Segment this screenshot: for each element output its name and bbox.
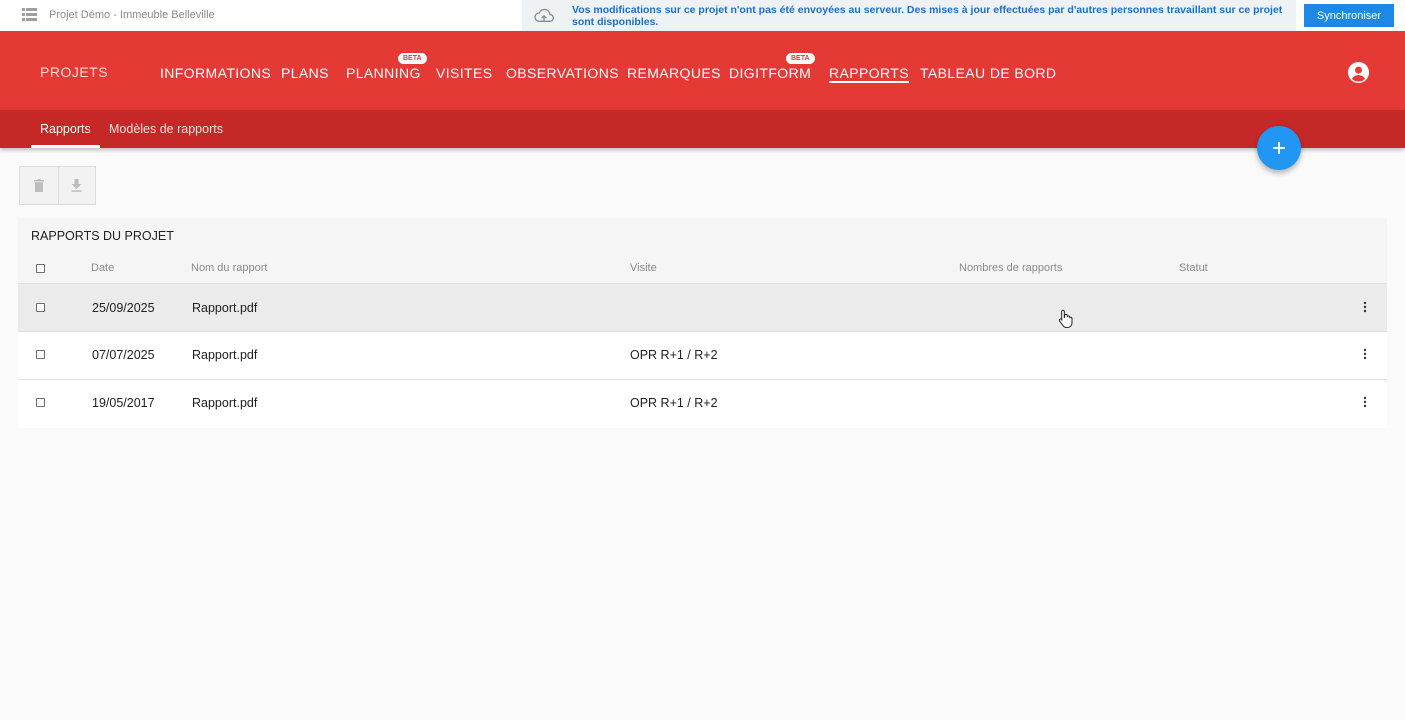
column-visit[interactable]: Visite <box>630 262 657 274</box>
nav-observations[interactable]: OBSERVATIONS <box>506 65 619 81</box>
card-header <box>18 218 1387 254</box>
delete-button[interactable] <box>20 167 58 204</box>
reports-table-card: RAPPORTS DU PROJET Date Nom du rapport V… <box>18 218 1387 428</box>
row-checkbox[interactable] <box>36 350 45 359</box>
plus-icon <box>1273 142 1285 154</box>
table-row[interactable]: 19/05/2017 Rapport.pdf OPR R+1 / R+2 <box>18 380 1387 428</box>
table-title: RAPPORTS DU PROJET <box>31 229 174 243</box>
account-icon[interactable] <box>1347 61 1370 84</box>
column-report-name[interactable]: Nom du rapport <box>191 262 267 274</box>
project-title: Projet Démo - Immeuble Belleville <box>49 9 215 21</box>
table-row[interactable]: 25/09/2025 Rapport.pdf <box>18 284 1387 332</box>
sub-tabs-bar: Rapports Modèles de rapports <box>0 110 1405 148</box>
row-visit: OPR R+1 / R+2 <box>630 348 718 362</box>
nav-rapports[interactable]: RAPPORTS <box>829 65 909 83</box>
trash-icon <box>33 179 44 192</box>
projects-link[interactable]: PROJETS <box>40 64 108 80</box>
main-header: PROJETS INFORMATIONS PLANS BETA PLANNING… <box>0 31 1405 110</box>
row-date: 25/09/2025 <box>92 301 155 315</box>
column-date[interactable]: Date <box>91 262 114 274</box>
nav-remarques[interactable]: REMARQUES <box>627 65 721 81</box>
nav-planning[interactable]: PLANNING <box>346 65 421 81</box>
row-report-name[interactable]: Rapport.pdf <box>192 348 257 362</box>
planning-beta-badge: BETA <box>398 53 427 64</box>
row-date: 19/05/2017 <box>92 396 155 410</box>
row-checkbox[interactable] <box>36 303 45 312</box>
top-bar: Projet Démo - Immeuble Belleville Vos mo… <box>0 0 1405 31</box>
nav-visites[interactable]: VISITES <box>436 65 492 81</box>
table-header: Date Nom du rapport Visite Nombres de ra… <box>18 254 1387 284</box>
sync-message: Vos modifications sur ce projet n'ont pa… <box>572 4 1283 28</box>
select-all-checkbox[interactable] <box>36 264 45 273</box>
synchronize-button[interactable]: Synchroniser <box>1304 4 1394 27</box>
column-status[interactable]: Statut <box>1179 262 1208 274</box>
more-vert-icon[interactable] <box>1362 300 1368 314</box>
cloud-upload-icon <box>534 8 554 22</box>
add-report-button[interactable] <box>1257 126 1301 170</box>
more-vert-icon[interactable] <box>1362 347 1368 361</box>
row-report-name[interactable]: Rapport.pdf <box>192 301 257 315</box>
tab-rapports[interactable]: Rapports <box>40 122 91 136</box>
bulk-actions-toolbar <box>19 166 96 205</box>
nav-digitform[interactable]: DIGITFORM <box>729 65 811 81</box>
row-report-name[interactable]: Rapport.pdf <box>192 396 257 410</box>
tab-modeles-de-rapports[interactable]: Modèles de rapports <box>109 122 223 136</box>
download-button[interactable] <box>57 167 96 204</box>
row-checkbox[interactable] <box>36 398 45 407</box>
table-row[interactable]: 07/07/2025 Rapport.pdf OPR R+1 / R+2 <box>18 332 1387 380</box>
digitform-beta-badge: BETA <box>786 53 815 64</box>
row-visit: OPR R+1 / R+2 <box>630 396 718 410</box>
hand-cursor-icon <box>1058 309 1073 328</box>
nav-tableau-de-bord[interactable]: TABLEAU DE BORD <box>920 65 1056 81</box>
row-date: 07/07/2025 <box>92 348 155 362</box>
list-icon[interactable] <box>22 8 37 21</box>
more-vert-icon[interactable] <box>1362 395 1368 409</box>
active-tab-indicator <box>31 145 100 148</box>
nav-plans[interactable]: PLANS <box>281 65 329 81</box>
nav-informations[interactable]: INFORMATIONS <box>160 65 271 81</box>
column-report-count[interactable]: Nombres de rapports <box>959 262 1062 274</box>
download-icon <box>71 179 82 192</box>
